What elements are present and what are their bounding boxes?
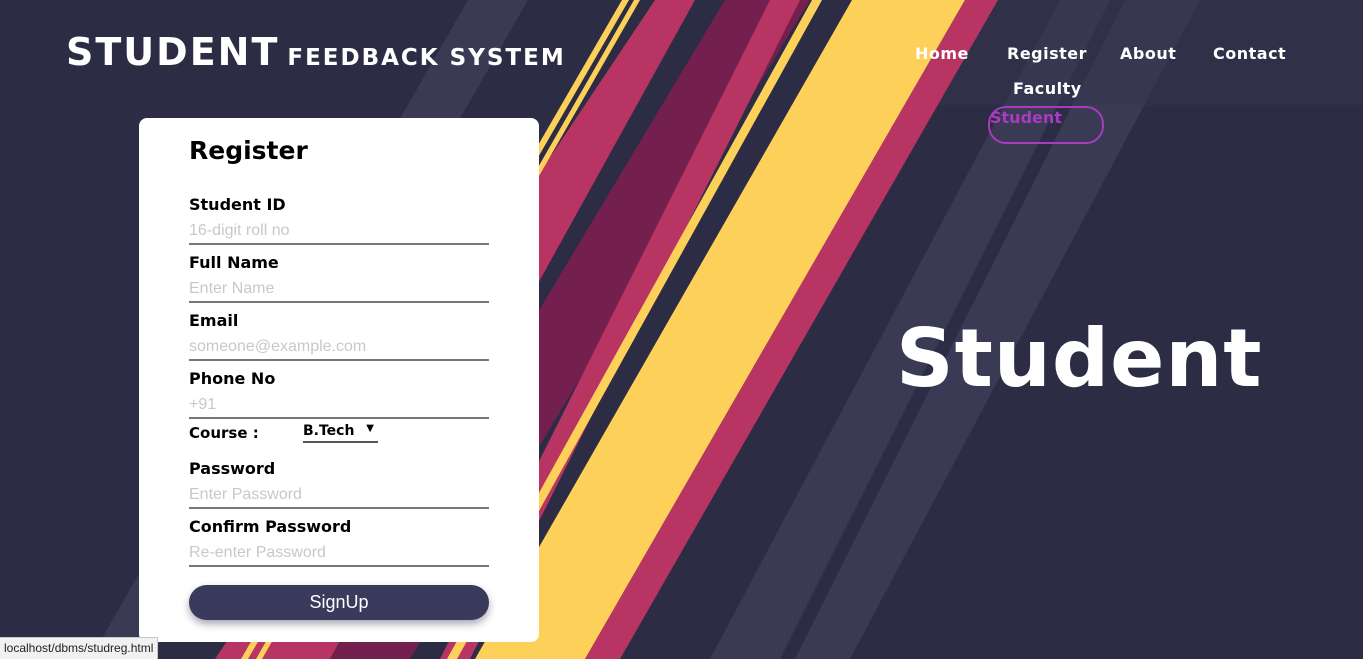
browser-status-bar: localhost/dbms/studreg.html — [0, 637, 159, 659]
hero-title: Student — [896, 312, 1263, 405]
nav-home[interactable]: Home — [915, 44, 969, 63]
confirm-password-input[interactable] — [189, 541, 489, 567]
brand-main: STUDENT — [66, 30, 280, 74]
nav-register[interactable]: Register — [1007, 44, 1087, 63]
course-select[interactable]: B.Tech ▼ — [303, 423, 378, 443]
nav-contact[interactable]: Contact — [1213, 44, 1286, 63]
form-title: Register — [189, 136, 308, 165]
nav-student[interactable]: Student — [988, 106, 1104, 144]
student-id-label: Student ID — [189, 195, 286, 214]
password-input[interactable] — [189, 483, 489, 509]
nav-about[interactable]: About — [1120, 44, 1176, 63]
register-form: Register Student ID Full Name Email Phon… — [139, 118, 539, 642]
brand-sub: FEEDBACK SYSTEM — [287, 45, 566, 71]
phone-input[interactable] — [189, 393, 489, 419]
confirm-password-label: Confirm Password — [189, 517, 352, 536]
password-label: Password — [189, 459, 276, 478]
full-name-label: Full Name — [189, 253, 279, 272]
course-label: Course : — [189, 424, 259, 442]
page: STUDENT FEEDBACK SYSTEM Home Register Abo… — [0, 0, 1363, 659]
phone-label: Phone No — [189, 369, 276, 388]
brand-logo[interactable]: STUDENT FEEDBACK SYSTEM — [66, 30, 566, 74]
email-label: Email — [189, 311, 239, 330]
dropdown-arrow-icon: ▼ — [366, 423, 374, 434]
nav-faculty[interactable]: Faculty — [1013, 79, 1082, 98]
student-id-input[interactable] — [189, 219, 489, 245]
email-input[interactable] — [189, 335, 489, 361]
signup-button[interactable]: SignUp — [189, 585, 489, 620]
full-name-input[interactable] — [189, 277, 489, 303]
course-selected-value: B.Tech — [303, 423, 355, 439]
